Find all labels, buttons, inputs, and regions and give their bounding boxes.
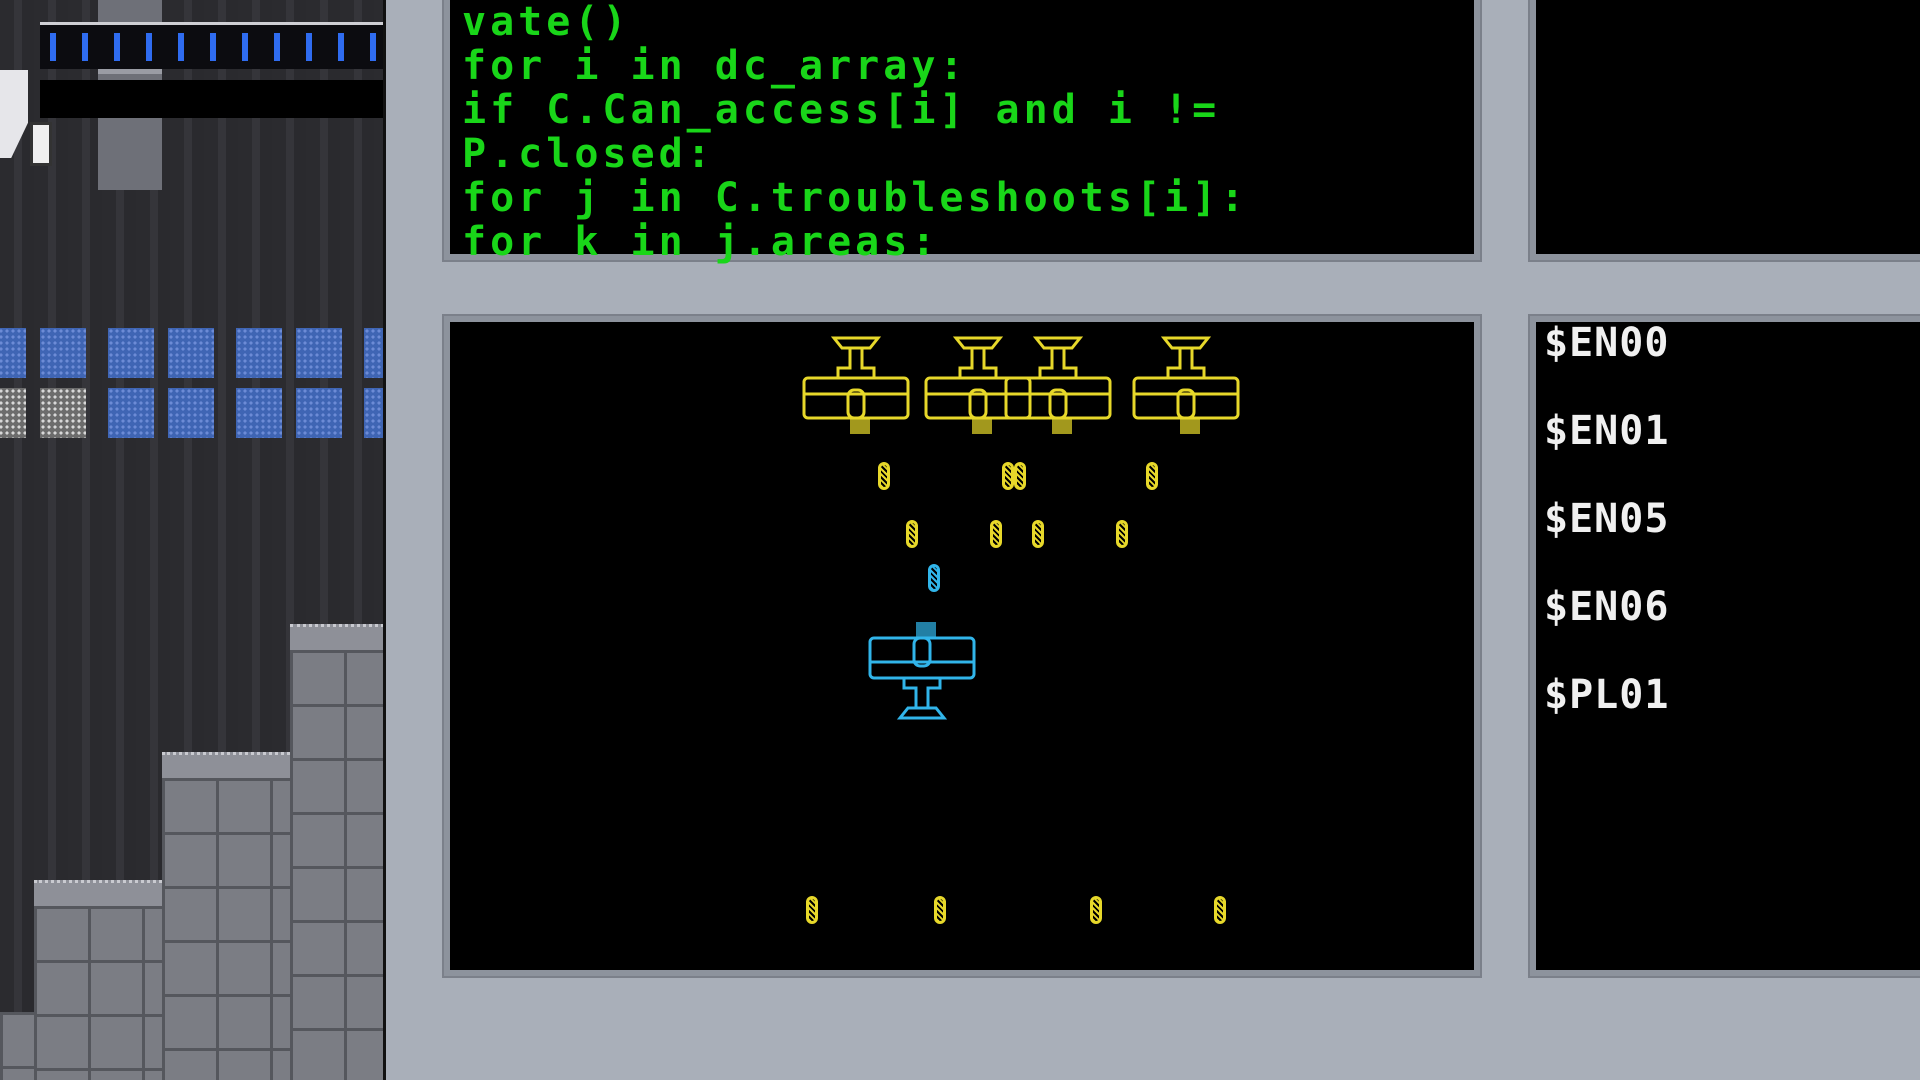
enemy-biplane-icon bbox=[1004, 336, 1112, 434]
code-line: for j in C.troubleshoots[i]: bbox=[462, 175, 1249, 221]
bullet-icon bbox=[928, 564, 940, 592]
stair-ledge bbox=[162, 752, 290, 781]
bullet-icon bbox=[1146, 462, 1158, 490]
code-line: for k in j.areas: bbox=[462, 219, 940, 265]
bullet-icon bbox=[1090, 896, 1102, 924]
stair-block bbox=[290, 650, 386, 1080]
entity-list-panel: $EN00 $EN01 $EN05 $EN06 $PL01 bbox=[1530, 316, 1920, 976]
player-biplane-icon bbox=[868, 622, 976, 720]
bullet-icon bbox=[990, 520, 1002, 548]
window-tile bbox=[40, 388, 86, 438]
bullet-icon bbox=[906, 520, 918, 548]
scene-border bbox=[383, 0, 386, 1080]
entity-label-pl01: $PL01 bbox=[1544, 672, 1670, 718]
entity-label-en06: $EN06 bbox=[1544, 584, 1670, 630]
stair-ledge bbox=[34, 880, 162, 909]
window-tile bbox=[236, 388, 282, 438]
window-tile bbox=[108, 388, 154, 438]
window-tile bbox=[236, 328, 282, 378]
window-tile bbox=[168, 328, 214, 378]
hud-energy-ticks bbox=[50, 33, 386, 61]
entity-label-en01: $EN01 bbox=[1544, 408, 1670, 454]
window-row-bottom bbox=[0, 388, 386, 440]
code-line: P.closed: bbox=[462, 131, 715, 177]
hud-status-strip bbox=[40, 80, 386, 118]
code-panel: vate() for i in dc_array: if C.Can_acces… bbox=[444, 0, 1480, 264]
stair-block bbox=[0, 1012, 34, 1080]
window-tile bbox=[0, 388, 26, 438]
stair-block bbox=[34, 906, 162, 1080]
bullet-icon bbox=[806, 896, 818, 924]
bullet-icon bbox=[1002, 462, 1014, 490]
window-tile bbox=[168, 388, 214, 438]
stair-block bbox=[162, 778, 290, 1080]
window-tile bbox=[296, 388, 342, 438]
hud-marker-icon bbox=[30, 122, 52, 166]
bullet-icon bbox=[1032, 520, 1044, 548]
bullet-icon bbox=[1116, 520, 1128, 548]
game-scene bbox=[0, 0, 386, 1080]
code-line: for i in dc_array: bbox=[462, 43, 968, 89]
entity-label-en00: $EN00 bbox=[1544, 320, 1670, 366]
entity-label-en05: $EN05 bbox=[1544, 496, 1670, 542]
bullet-icon bbox=[1014, 462, 1026, 490]
code-line: vate() bbox=[462, 0, 631, 45]
window-tile bbox=[296, 328, 342, 378]
hud-energy-bar bbox=[40, 22, 386, 69]
bullet-icon bbox=[1214, 896, 1226, 924]
window-tile bbox=[0, 328, 26, 378]
window-tile bbox=[40, 328, 86, 378]
window-tile bbox=[108, 328, 154, 378]
stair-ledge bbox=[290, 624, 386, 653]
enemy-biplane-icon bbox=[1132, 336, 1240, 434]
bullet-icon bbox=[878, 462, 890, 490]
game-viewport bbox=[444, 316, 1480, 976]
enemy-biplane-icon bbox=[802, 336, 910, 434]
window-row-top bbox=[0, 328, 386, 380]
bullet-icon bbox=[934, 896, 946, 924]
info-panel bbox=[1530, 0, 1920, 260]
code-line: if C.Can_access[i] and i != bbox=[462, 87, 1249, 133]
